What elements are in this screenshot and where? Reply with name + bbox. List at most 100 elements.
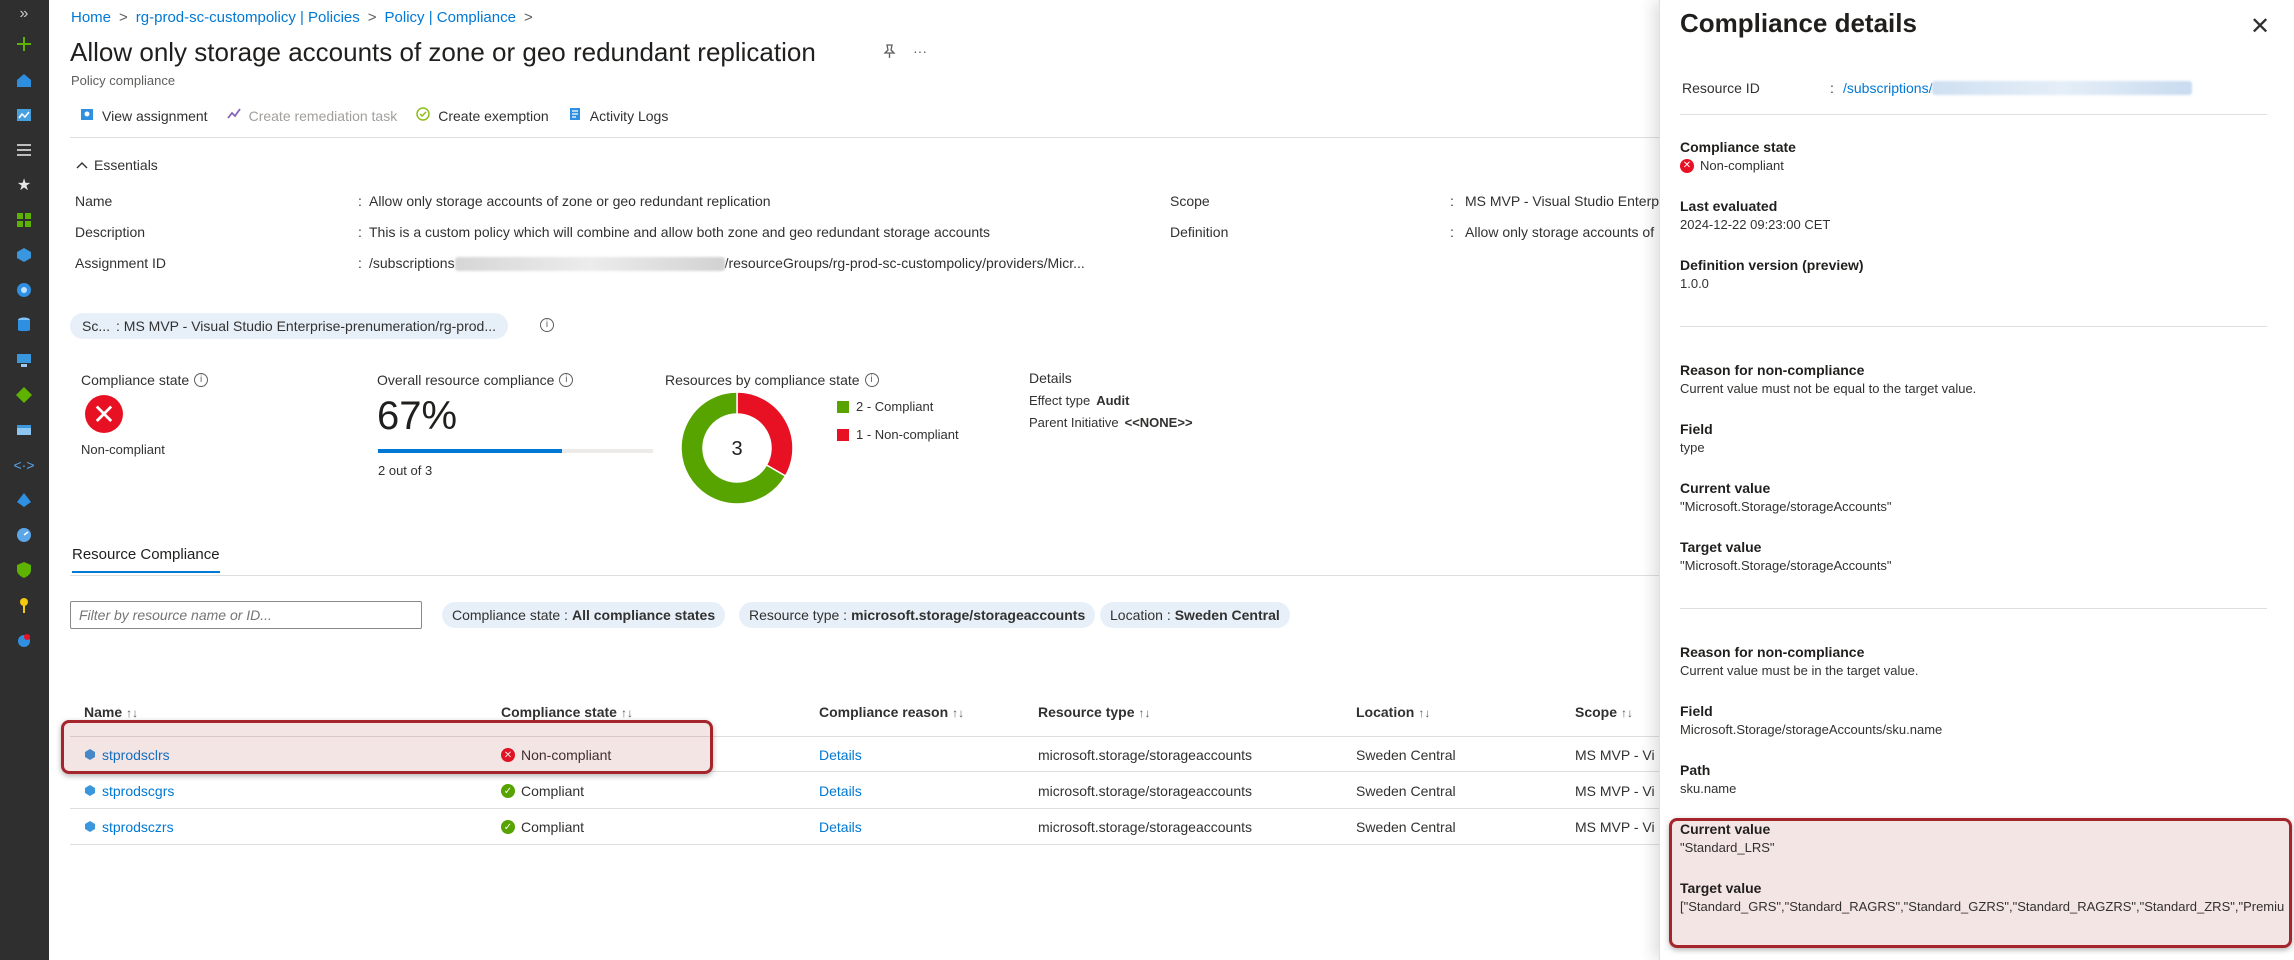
compliance-details-panel: Compliance details ✕ Resource ID : /subs… xyxy=(1659,0,2294,960)
compliance-state-filter-chip[interactable]: Compliance state : All compliance states xyxy=(442,602,726,628)
security-icon[interactable] xyxy=(14,560,34,580)
favorites-star-icon[interactable]: ★ xyxy=(14,175,34,195)
redacted-subscription-id xyxy=(1932,81,2193,95)
donut-total-label: 3 xyxy=(731,438,742,460)
success-check-icon: ✓ xyxy=(501,820,515,834)
view-assignment-button[interactable]: View assignment xyxy=(79,106,208,125)
more-options-icon[interactable]: ··· xyxy=(913,43,927,62)
parent-initiative: Parent Initiative <<NONE>> xyxy=(1029,415,1193,430)
panel-field-1: Field type xyxy=(1680,421,1713,455)
panel-reason-1: Reason for non-compliance Current value … xyxy=(1680,362,1977,396)
donut-slice-noncompliant[interactable] xyxy=(736,391,794,478)
success-check-icon: ✓ xyxy=(501,784,515,798)
assignment-icon xyxy=(79,106,95,125)
breadcrumb-home[interactable]: Home xyxy=(71,9,111,26)
key-vault-icon[interactable] xyxy=(14,595,34,615)
resources-by-state-label: Resources by compliance state i xyxy=(665,372,879,388)
info-icon[interactable]: i xyxy=(864,373,879,387)
assignment-id-label: Assignment ID xyxy=(75,255,167,271)
column-header-scope[interactable]: Scope ↑↓ xyxy=(1575,704,1633,720)
scope-filter-pill[interactable]: Sc... : MS MVP - Visual Studio Enterpris… xyxy=(70,313,508,339)
network-icon[interactable]: <·> xyxy=(14,455,35,475)
column-header-resource-type[interactable]: Resource type ↑↓ xyxy=(1038,704,1150,720)
breadcrumb-policies[interactable]: rg-prod-sc-custompolicy | Policies xyxy=(136,9,360,26)
info-icon[interactable]: i xyxy=(194,373,209,387)
app-services-icon[interactable] xyxy=(14,280,34,300)
panel-target-value-1: Target value "Microsoft.Storage/storageA… xyxy=(1680,539,1892,573)
description-value: This is a custom policy which will combi… xyxy=(369,224,991,240)
close-icon[interactable]: ✕ xyxy=(2250,12,2270,41)
info-icon[interactable]: i xyxy=(559,373,574,387)
overall-compliance-percent: 67% xyxy=(377,394,458,438)
tab-resource-compliance[interactable]: Resource Compliance xyxy=(72,546,220,573)
activity-logs-button[interactable]: Activity Logs xyxy=(567,106,668,125)
location-filter-chip[interactable]: Location : Sweden Central xyxy=(1100,602,1290,628)
left-navigation-rail: » ★ <·> xyxy=(0,0,49,960)
resource-id-link[interactable]: /subscriptions/ xyxy=(1843,80,2193,96)
scope-info-icon[interactable]: i xyxy=(540,318,554,332)
home-icon[interactable] xyxy=(14,70,34,90)
resource-type-filter-chip[interactable]: Resource type : microsoft.storage/storage… xyxy=(739,602,1096,628)
breadcrumb-compliance[interactable]: Policy | Compliance xyxy=(385,9,516,26)
create-exemption-button[interactable]: Create exemption xyxy=(415,106,549,125)
plus-icon[interactable] xyxy=(14,34,34,54)
all-services-icon[interactable] xyxy=(14,140,34,160)
column-header-compliance-state[interactable]: Compliance state ↑↓ xyxy=(501,704,633,720)
panel-reason-2: Reason for non-compliance Current value … xyxy=(1680,644,1919,678)
panel-path: Path sku.name xyxy=(1680,762,1737,796)
details-link[interactable]: Details xyxy=(819,819,862,835)
divider xyxy=(1680,114,2267,115)
storage-account-icon xyxy=(84,819,96,835)
column-header-compliance-reason[interactable]: Compliance reason ↑↓ xyxy=(819,704,964,720)
scope-label: Scope xyxy=(1170,193,1210,209)
dashboard-icon[interactable] xyxy=(14,105,34,125)
virtual-machines-icon[interactable] xyxy=(14,350,34,370)
compliance-state-card-label: Compliance state i xyxy=(81,372,209,388)
essentials-toggle[interactable]: Essentials xyxy=(76,157,158,173)
entra-icon[interactable] xyxy=(14,490,34,510)
resource-link[interactable]: stprodscgrs xyxy=(102,783,174,799)
details-link[interactable]: Details xyxy=(819,783,862,799)
remediation-icon xyxy=(226,106,242,125)
pin-icon[interactable] xyxy=(881,43,897,62)
divider xyxy=(70,137,1660,138)
storage-icon[interactable] xyxy=(14,420,34,440)
resource-link[interactable]: stprodsczrs xyxy=(102,819,174,835)
panel-compliance-state: Compliance state ✕ Non-compliant xyxy=(1680,139,1796,173)
monitor-icon[interactable] xyxy=(14,525,34,545)
non-compliant-icon: ✕ xyxy=(85,395,123,433)
scope-value[interactable]: MS MVP - Visual Studio Enterp xyxy=(1465,193,1659,209)
column-header-location[interactable]: Location ↑↓ xyxy=(1356,704,1430,720)
sql-icon[interactable] xyxy=(14,315,34,335)
description-label: Description xyxy=(75,224,146,240)
compliance-donut-chart: 3 xyxy=(680,391,794,505)
all-resources-icon[interactable] xyxy=(14,210,34,230)
expand-menu-icon[interactable]: » xyxy=(14,4,34,24)
exemption-icon xyxy=(415,106,431,125)
definition-label: Definition xyxy=(1170,224,1229,240)
main-content: Home > rg-prod-sc-custompolicy | Policies >… xyxy=(49,0,1660,960)
resource-filter-input[interactable] xyxy=(70,601,422,629)
details-link[interactable]: Details xyxy=(819,747,862,763)
activity-log-icon xyxy=(567,106,583,125)
divider xyxy=(1680,608,2267,609)
chevron-up-icon xyxy=(76,157,88,173)
resource-id-row: Resource ID : /subscriptions/ xyxy=(1682,80,2193,96)
create-remediation-task-button[interactable]: Create remediation task xyxy=(226,106,397,125)
cost-icon[interactable] xyxy=(14,630,34,650)
highlight-annotation-row xyxy=(61,720,713,774)
definition-value[interactable]: Allow only storage accounts of xyxy=(1465,224,1654,240)
divider xyxy=(70,575,1660,576)
resource-groups-icon[interactable] xyxy=(14,245,34,265)
column-header-name[interactable]: Name ↑↓ xyxy=(84,704,138,720)
page-subtitle: Policy compliance xyxy=(71,73,176,88)
command-bar: View assignment Create remediation task … xyxy=(79,106,668,125)
resource-id-label: Resource ID xyxy=(1682,80,1760,96)
compliance-state-card-value: Non-compliant xyxy=(81,442,165,457)
devops-icon[interactable] xyxy=(14,385,34,405)
table-row[interactable]: stprodsczrs ✓ Compliant Details microsoft… xyxy=(70,809,1660,845)
table-row[interactable]: stprodscgrs ✓ Compliant Details microsoft… xyxy=(70,773,1660,809)
error-icon: ✕ xyxy=(1680,158,1694,173)
name-value: Allow only storage accounts of zone or g… xyxy=(369,193,771,209)
page-title: Allow only storage accounts of zone or g… xyxy=(70,37,816,67)
